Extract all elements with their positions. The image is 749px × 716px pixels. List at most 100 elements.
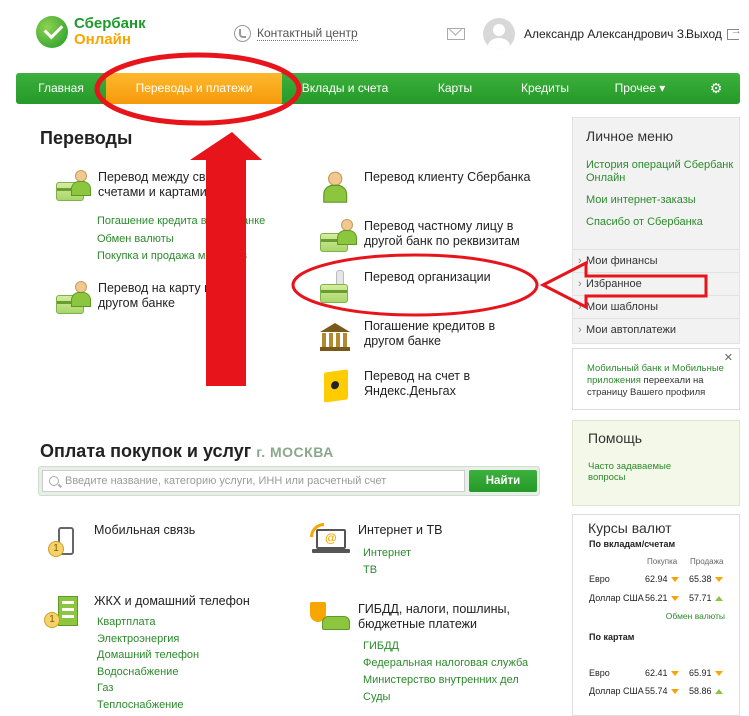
logout-label: Выход xyxy=(686,27,722,41)
sublink-gibdd[interactable]: ГИБДД xyxy=(363,638,528,655)
search-icon xyxy=(49,476,59,486)
menu-favorites[interactable]: Избранное xyxy=(573,272,739,296)
pay-gibdd[interactable]: ГИБДД, налоги, пошлины, бюджетные платеж… xyxy=(310,602,530,638)
pay-internet[interactable]: @ Интернет и ТВ xyxy=(310,523,530,559)
sublink-courts[interactable]: Суды xyxy=(363,689,528,706)
exchange-link[interactable]: Обмен валюты xyxy=(666,611,725,621)
sublink-currency-exchange[interactable]: Обмен валюты xyxy=(97,231,265,249)
menu-templates[interactable]: Мои шаблоны xyxy=(573,295,739,319)
transfer-organization-label: Перевод организации xyxy=(364,270,491,284)
nav-cards[interactable]: Карты xyxy=(408,73,502,104)
cards-caption: По картам xyxy=(589,632,635,642)
logout-link[interactable]: Выход xyxy=(686,25,742,42)
faq-link[interactable]: Часто задаваемые вопросы xyxy=(588,461,678,483)
close-icon[interactable]: ✕ xyxy=(724,352,733,364)
rates-title: Курсы валют xyxy=(588,520,672,536)
logout-icon xyxy=(726,25,742,40)
sberbank-logo-icon xyxy=(36,16,68,48)
transfer-other-bank-card[interactable]: Перевод на карту в другом банке xyxy=(52,281,222,317)
contact-center-label: Контактный центр xyxy=(257,26,358,41)
menu-my-finances[interactable]: Мои финансы xyxy=(573,249,739,273)
sublink-water[interactable]: Водоснабжение xyxy=(97,664,199,681)
sublink-rent[interactable]: Квартплата xyxy=(97,614,199,631)
payments-title-text: Оплата покупок и услуг xyxy=(40,441,252,461)
find-button[interactable]: Найти xyxy=(469,470,537,492)
sublink-loan-repay[interactable]: Погашение кредита в Сбербанке xyxy=(97,213,265,231)
personal-menu-title: Личное меню xyxy=(586,128,674,144)
gibdd-sublinks: ГИБДД Федеральная налоговая служба Минис… xyxy=(363,638,528,706)
user-name[interactable]: Александр Александрович З. xyxy=(524,27,687,41)
rate-buy: 55.74 xyxy=(645,686,668,696)
transfer-private-person-label: Перевод частному лицу в другой банк по р… xyxy=(364,219,520,248)
up-arrow-icon xyxy=(714,596,723,602)
card-person-icon xyxy=(52,281,92,317)
nav-transfers-payments[interactable]: Переводы и платежи xyxy=(106,73,282,104)
link-operations-history[interactable]: История операций Сбербанк Онлайн xyxy=(586,159,736,185)
nav-deposits-accounts[interactable]: Вклады и счета xyxy=(282,73,408,104)
rate-buy: 56.21 xyxy=(645,593,668,603)
down-arrow-icon xyxy=(670,671,679,677)
sublink-electricity[interactable]: Электроэнергия xyxy=(97,631,199,648)
logo-line2: Онлайн xyxy=(74,31,131,48)
card-person-icon xyxy=(318,219,358,255)
transfer-organization[interactable]: Перевод организации xyxy=(318,270,538,306)
search-input[interactable] xyxy=(42,470,465,492)
rate-name: Евро xyxy=(589,668,610,678)
sublink-metals[interactable]: Покупка и продажа металлов xyxy=(97,248,265,266)
mail-icon[interactable] xyxy=(447,28,465,40)
bank-icon xyxy=(318,319,358,355)
profile-notice: ✕ Мобильный банк и Мобильные приложения … xyxy=(572,348,740,410)
payments-title: Оплата покупок и услуг г. МОСКВА xyxy=(40,441,334,462)
mobile-icon: 1 xyxy=(44,523,84,559)
personal-menu: Личное меню История операций Сбербанк Он… xyxy=(572,117,740,344)
house-icon: 1 xyxy=(44,594,84,630)
yandex-money-icon xyxy=(318,369,358,405)
sublink-home-phone[interactable]: Домашний телефон xyxy=(97,647,199,664)
pay-housing-label: ЖКХ и домашний телефон xyxy=(94,594,250,608)
card-bottle-icon xyxy=(318,270,358,306)
sublink-gas[interactable]: Газ xyxy=(97,680,199,697)
nav-other[interactable]: Прочее ▾ xyxy=(588,73,692,104)
avatar[interactable] xyxy=(483,18,515,50)
nav-main[interactable]: Главная xyxy=(16,73,106,104)
sell-header: Продажа xyxy=(690,557,724,566)
sublink-internet[interactable]: Интернет xyxy=(363,545,411,562)
personal-menu-list: Мои финансы Избранное Мои шаблоны Мои ав… xyxy=(573,249,739,342)
transfer-other-bank-card-label: Перевод на карту в другом банке xyxy=(98,281,211,310)
sublink-tax-service[interactable]: Федеральная налоговая служба xyxy=(363,655,528,672)
menu-autopayments[interactable]: Мои автоплатежи xyxy=(573,318,739,342)
car-icon xyxy=(310,602,350,638)
internet-sublinks: Интернет ТВ xyxy=(363,545,411,578)
rate-sell: 65.38 xyxy=(689,574,712,584)
rate-sell: 65.91 xyxy=(689,668,712,678)
transfer-private-person[interactable]: Перевод частному лицу в другой банк по р… xyxy=(318,219,538,255)
pay-mobile[interactable]: 1 Мобильная связь xyxy=(44,523,244,559)
transfer-yandex-label: Перевод на счет в Яндекс.Деньгах xyxy=(364,369,471,398)
sublink-interior-ministry[interactable]: Министерство внутренних дел xyxy=(363,672,528,689)
gear-icon[interactable]: ⚙ xyxy=(692,80,740,97)
housing-sublinks: Квартплата Электроэнергия Домашний телеф… xyxy=(97,614,199,714)
phone-icon xyxy=(234,25,251,42)
loan-other-bank[interactable]: Погашение кредитов в другом банке xyxy=(318,319,538,355)
down-arrow-icon xyxy=(714,671,723,677)
sublink-tv[interactable]: ТВ xyxy=(363,562,411,579)
sublink-heating[interactable]: Теплоснабжение xyxy=(97,697,199,714)
main-nav: Главная Переводы и платежи Вклады и счет… xyxy=(16,73,740,104)
transfer-sber-client[interactable]: Перевод клиенту Сбербанка xyxy=(318,170,538,206)
transfer-yandex[interactable]: Перевод на счет в Яндекс.Деньгах xyxy=(318,369,538,405)
sberbank-logo[interactable]: Сбербанк Онлайн xyxy=(36,16,146,48)
pay-gibdd-label: ГИБДД, налоги, пошлины, бюджетные платеж… xyxy=(358,602,510,631)
contact-center-link[interactable]: Контактный центр xyxy=(234,25,358,42)
rate-name: Доллар США xyxy=(589,593,644,603)
nav-credits[interactable]: Кредиты xyxy=(502,73,588,104)
link-internet-orders[interactable]: Мои интернет-заказы xyxy=(586,194,736,207)
search-bar: Найти xyxy=(38,466,540,496)
payments-city[interactable]: г. МОСКВА xyxy=(256,444,333,460)
down-arrow-icon xyxy=(670,689,679,695)
deposits-caption: По вкладам/счетам xyxy=(589,539,676,549)
rate-buy: 62.41 xyxy=(645,668,668,678)
pay-internet-label: Интернет и ТВ xyxy=(358,523,443,537)
personal-menu-links: История операций Сбербанк Онлайн Мои инт… xyxy=(586,159,736,229)
transfer-own-accounts[interactable]: Перевод между своими счетами и картами xyxy=(52,170,252,206)
link-spasibo[interactable]: Спасибо от Сбербанка xyxy=(586,216,736,229)
